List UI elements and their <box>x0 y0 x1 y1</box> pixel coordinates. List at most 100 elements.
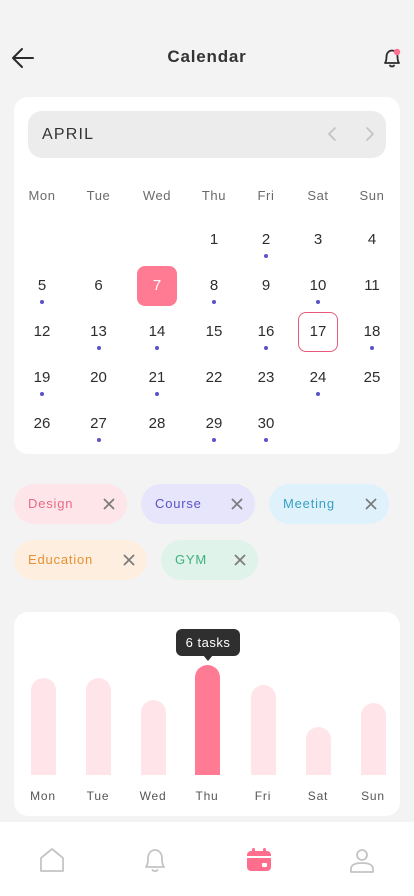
calendar-day[interactable]: 16 <box>246 312 286 352</box>
event-dot <box>40 300 44 304</box>
event-dot <box>264 254 268 258</box>
chart-axis-label: Tue <box>86 789 110 803</box>
filter-chip-course[interactable]: Course <box>141 484 255 524</box>
calendar-day[interactable]: 27 <box>79 404 119 444</box>
calendar-day[interactable]: 13 <box>79 312 119 352</box>
event-dot <box>316 300 320 304</box>
weekly-tasks-chart: Mon Tue Wed Thu Fri Sat Sun 6 tasks <box>14 612 400 816</box>
filter-chip-label: GYM <box>175 552 208 567</box>
chart-bar[interactable] <box>30 678 56 775</box>
chart-axis-label: Fri <box>254 789 272 803</box>
chart-axis-label: Sat <box>307 789 329 803</box>
calendar-day[interactable]: 28 <box>137 404 177 444</box>
chart-axis-label: Wed <box>139 789 167 803</box>
chart-bar[interactable] <box>250 685 276 775</box>
calendar-day[interactable]: 15 <box>194 312 234 352</box>
calendar-day[interactable]: 10 <box>298 266 338 306</box>
event-dot <box>155 392 159 396</box>
bell-icon <box>145 849 165 873</box>
calendar-day[interactable]: 18 <box>352 312 392 352</box>
calendar-day[interactable]: 21 <box>137 358 177 398</box>
notifications-button[interactable] <box>380 46 404 70</box>
weekday-label: Tue <box>86 188 111 203</box>
calendar-day[interactable]: 5 <box>22 266 62 306</box>
calendar-day[interactable]: 6 <box>79 266 119 306</box>
filter-chip-label: Design <box>28 496 74 511</box>
bottom-tab-bar <box>0 822 414 896</box>
weekday-label: Sun <box>359 188 385 203</box>
event-dot <box>212 300 216 304</box>
event-dot <box>155 346 159 350</box>
chevron-left-icon[interactable] <box>324 125 342 143</box>
profile-icon <box>350 849 374 873</box>
chart-axis-label: Thu <box>195 789 219 803</box>
bell-icon <box>384 48 401 68</box>
calendar-day[interactable]: 9 <box>246 266 286 306</box>
chart-tooltip: 6 tasks <box>176 629 240 656</box>
calendar-day[interactable]: 30 <box>246 404 286 444</box>
weekday-label: Fri <box>257 188 275 203</box>
calendar-day[interactable]: 22 <box>194 358 234 398</box>
chart-bar[interactable] <box>360 703 386 775</box>
calendar-day[interactable]: 11 <box>352 266 392 306</box>
filter-chip-meeting[interactable]: Meeting <box>269 484 389 524</box>
calendar-day-today[interactable]: 17 <box>298 312 338 352</box>
event-dot <box>316 392 320 396</box>
notification-badge <box>393 48 401 56</box>
tab-home[interactable] <box>38 846 66 874</box>
calendar-day[interactable]: 12 <box>22 312 62 352</box>
calendar-day[interactable]: 25 <box>352 358 392 398</box>
calendar-day[interactable]: 24 <box>298 358 338 398</box>
filter-chip-gym[interactable]: GYM <box>161 540 258 580</box>
calendar-day[interactable]: 3 <box>298 220 338 260</box>
calendar-day[interactable]: 8 <box>194 266 234 306</box>
calendar-day[interactable]: 29 <box>194 404 234 444</box>
filter-chip-label: Meeting <box>283 496 335 511</box>
chart-bar[interactable] <box>305 727 331 775</box>
header: Calendar <box>0 0 414 100</box>
weekday-label: Sat <box>307 188 329 203</box>
chart-axis-label: Mon <box>30 789 56 803</box>
chart-bar-highlighted[interactable] <box>194 665 220 775</box>
event-dot <box>212 438 216 442</box>
tab-calendar[interactable] <box>245 846 273 874</box>
tooltip-pointer <box>203 655 213 661</box>
calendar-day[interactable]: 2 <box>246 220 286 260</box>
calendar-day[interactable]: 1 <box>194 220 234 260</box>
event-dot <box>264 438 268 442</box>
chart-bar[interactable] <box>140 700 166 775</box>
close-icon[interactable] <box>102 497 116 511</box>
calendar-day[interactable]: 26 <box>22 404 62 444</box>
filter-chip-label: Course <box>155 496 202 511</box>
calendar-day[interactable]: 19 <box>22 358 62 398</box>
weekday-label: Mon <box>28 188 56 203</box>
calendar-day[interactable]: 23 <box>246 358 286 398</box>
event-dot <box>40 392 44 396</box>
close-icon[interactable] <box>364 497 378 511</box>
calendar-day-selected[interactable]: 7 <box>137 266 177 306</box>
chart-axis-label: Sun <box>361 789 385 803</box>
calendar-day[interactable]: 20 <box>79 358 119 398</box>
filter-chip-education[interactable]: Education <box>14 540 147 580</box>
calendar-card: APRIL Mon Tue Wed Thu Fri Sat Sun 1 2 3 4 5 6 7 8 9 10 1… <box>14 97 400 454</box>
event-dot <box>96 438 101 442</box>
month-label: APRIL <box>42 126 95 143</box>
event-dot <box>370 346 374 350</box>
weekday-label: Thu <box>201 188 227 203</box>
chart-bar[interactable] <box>85 678 111 775</box>
home-icon <box>40 848 64 872</box>
tab-profile[interactable] <box>348 846 376 874</box>
filter-chip-label: Education <box>28 552 94 567</box>
month-selector: APRIL <box>28 111 386 158</box>
calendar-day[interactable]: 4 <box>352 220 392 260</box>
close-icon[interactable] <box>233 553 247 567</box>
weekday-label: Wed <box>142 188 172 203</box>
calendar-day[interactable]: 14 <box>137 312 177 352</box>
filter-chip-design[interactable]: Design <box>14 484 127 524</box>
close-icon[interactable] <box>230 497 244 511</box>
event-dot <box>96 346 101 350</box>
tab-notifications[interactable] <box>141 846 169 874</box>
chevron-right-icon[interactable] <box>360 125 378 143</box>
close-icon[interactable] <box>122 553 136 567</box>
event-dot <box>264 346 268 350</box>
